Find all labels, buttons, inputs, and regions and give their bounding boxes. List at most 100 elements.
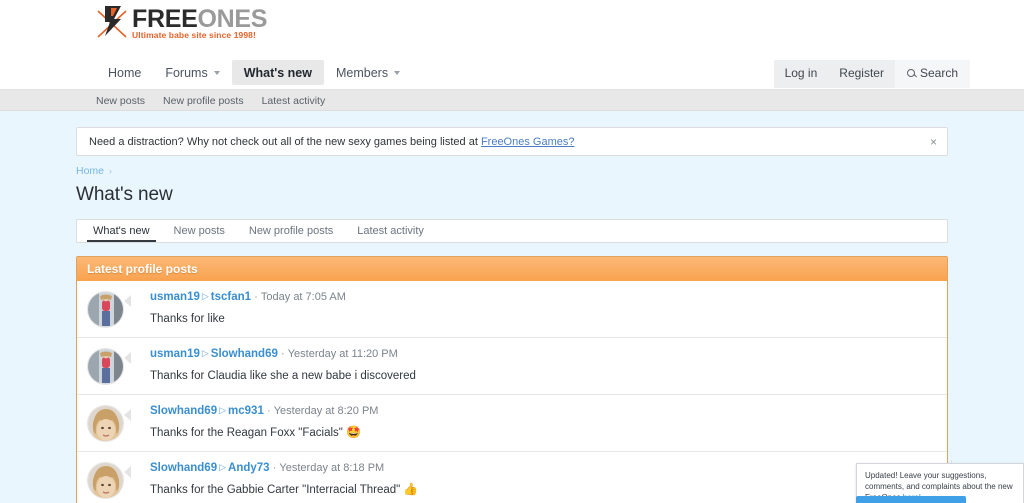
bubble-pointer-icon: [124, 408, 139, 421]
login-button[interactable]: Log in: [773, 60, 829, 88]
post-emoji: 🤩: [346, 424, 362, 439]
arrow-right-icon: ▷: [201, 348, 209, 359]
nav-item-members-label: Members: [335, 65, 389, 80]
profile-post-row[interactable]: usman19 ▷ Slowhand69 · Yesterday at 11:20 PM…: [77, 337, 947, 395]
profile-post-text: Thanks for the Reagan Foxx "Facials": [150, 426, 347, 439]
content-container: Need a distraction? Why not check out al…: [76, 127, 948, 503]
feedback-action-button[interactable]: [856, 496, 966, 503]
meta-separator: ·: [254, 290, 258, 303]
logo-tagline: Ultimate babe site since 1998!: [132, 30, 256, 40]
nav-item-forums[interactable]: Forums: [153, 60, 231, 85]
profile-post-row[interactable]: usman19 ▷ tscfan1 · Today at 7:05 AM Thanks …: [77, 280, 947, 338]
secondary-navigation: New posts New profile posts Latest activ…: [0, 90, 1024, 111]
chevron-down-icon: [394, 71, 401, 75]
avatar[interactable]: [87, 290, 124, 328]
profile-post-body: usman19 ▷ Slowhand69 · Yesterday at 11:20 PM…: [142, 347, 937, 384]
post-recipient-link[interactable]: Slowhand69: [211, 348, 278, 360]
profile-post-meta: usman19 ▷ tscfan1 · Today at 7:05 AM: [150, 290, 937, 305]
post-recipient-link[interactable]: tscfan1: [211, 291, 251, 303]
tab-latest-activity[interactable]: Latest activity: [345, 220, 436, 242]
subnav-item-new-posts[interactable]: New posts: [96, 95, 145, 107]
search-button-label: Search: [919, 66, 958, 80]
profile-post-row[interactable]: Slowhand69 ▷ mc931 · Yesterday at 8:20 PM Th…: [77, 394, 947, 452]
meta-separator: ·: [280, 347, 285, 360]
bubble-pointer-icon: [124, 294, 139, 307]
arrow-right-icon: ▷: [219, 462, 227, 473]
profile-post-body: usman19 ▷ tscfan1 · Today at 7:05 AM Thanks …: [142, 290, 937, 327]
close-icon[interactable]: ×: [930, 136, 937, 148]
nav-item-home-label: Home: [108, 65, 142, 80]
subnav-item-new-profile-posts[interactable]: New profile posts: [163, 95, 244, 107]
block-header-title: Latest profile posts: [77, 256, 947, 281]
notice-link[interactable]: FreeOnes Games?: [481, 136, 575, 148]
avatar[interactable]: [87, 347, 124, 385]
bubble-pointer-icon: [124, 351, 139, 364]
primary-navigation: Home Forums What's new Members Log in Re…: [0, 55, 1024, 90]
search-button[interactable]: Search: [894, 60, 970, 88]
freeones-logo-icon: [96, 3, 130, 39]
notice-text: Need a distraction? Why not check out al…: [89, 135, 481, 148]
nav-item-whats-new[interactable]: What's new: [231, 60, 324, 85]
post-timestamp[interactable]: Yesterday at 8:18 PM: [279, 462, 384, 474]
profile-post-text: Thanks for like: [150, 312, 225, 325]
avatar[interactable]: [87, 461, 124, 499]
post-recipient-link[interactable]: Andy73: [228, 462, 270, 474]
latest-profile-posts-block: Latest profile posts usman19 ▷ tscfan1 ·…: [76, 255, 948, 503]
content-tabs: What's new New posts New profile posts L…: [76, 218, 948, 243]
site-notice: Need a distraction? Why not check out al…: [76, 127, 948, 156]
secondary-nav-items: New posts New profile posts Latest activ…: [96, 90, 325, 111]
arrow-right-icon: ▷: [201, 291, 209, 302]
site-logo[interactable]: FREEONES Ultimate babe site since 1998!: [96, 3, 267, 40]
primary-nav-items: Home Forums What's new Members: [96, 55, 412, 90]
logo-wordmark: FREEONES Ultimate babe site since 1998!: [132, 3, 267, 40]
nav-item-members[interactable]: Members: [324, 60, 412, 85]
profile-post-text-row: Thanks for like: [150, 311, 937, 327]
arrow-right-icon: ▷: [219, 405, 227, 416]
post-author-link[interactable]: usman19: [150, 291, 200, 303]
account-navigation: Log in Register Search: [773, 60, 970, 88]
profile-post-text: Thanks for Claudia like she a new babe i…: [150, 369, 416, 382]
meta-separator: ·: [266, 404, 271, 417]
profile-post-body: Slowhand69 ▷ mc931 · Yesterday at 8:20 PM Th…: [142, 404, 937, 441]
profile-post-row[interactable]: Slowhand69 ▷ Andy73 · Yesterday at 8:18 PM T…: [77, 451, 947, 503]
logo-ones-text: ONES: [197, 5, 268, 33]
meta-separator: ·: [272, 461, 277, 474]
search-icon: [906, 69, 915, 77]
nav-item-home[interactable]: Home: [96, 60, 153, 85]
tab-new-profile-posts[interactable]: New profile posts: [237, 220, 345, 242]
breadcrumb: Home ›: [76, 165, 948, 177]
profile-post-meta: Slowhand69 ▷ Andy73 · Yesterday at 8:18 PM: [150, 461, 937, 476]
profile-post-text-row: Thanks for Claudia like she a new babe i…: [150, 368, 937, 384]
profile-post-text: Thanks for the Gabbie Carter "Interracia…: [150, 483, 404, 496]
logo-word-row: FREEONES: [132, 5, 268, 33]
page-root: FREEONES Ultimate babe site since 1998! …: [0, 0, 1024, 503]
nav-item-whats-new-label: What's new: [243, 65, 312, 80]
post-author-link[interactable]: Slowhand69: [150, 405, 217, 417]
post-recipient-link[interactable]: mc931: [228, 405, 264, 417]
avatar[interactable]: [87, 404, 124, 442]
tab-new-posts[interactable]: New posts: [162, 220, 237, 242]
post-timestamp[interactable]: Yesterday at 8:20 PM: [274, 405, 379, 417]
breadcrumb-item-home[interactable]: Home: [76, 165, 104, 177]
profile-post-meta: Slowhand69 ▷ mc931 · Yesterday at 8:20 PM: [150, 404, 937, 419]
subnav-item-latest-activity[interactable]: Latest activity: [262, 95, 326, 107]
post-author-link[interactable]: Slowhand69: [150, 462, 217, 474]
nav-item-forums-label: Forums: [165, 65, 208, 80]
post-author-link[interactable]: usman19: [150, 348, 200, 360]
post-timestamp[interactable]: Yesterday at 11:20 PM: [288, 348, 398, 360]
notice-text-row: Need a distraction? Why not check out al…: [89, 136, 574, 148]
profile-post-text-row: Thanks for the Reagan Foxx "Facials" 🤩: [150, 425, 937, 441]
chevron-down-icon: [213, 71, 220, 75]
tab-whats-new[interactable]: What's new: [81, 220, 162, 242]
profile-post-text-row: Thanks for the Gabbie Carter "Interracia…: [150, 482, 937, 498]
page-title: What's new: [76, 184, 173, 205]
post-emoji: 👍: [403, 481, 419, 496]
register-button[interactable]: Register: [828, 60, 895, 88]
profile-post-meta: usman19 ▷ Slowhand69 · Yesterday at 11:20 PM: [150, 347, 937, 362]
bubble-pointer-icon: [124, 465, 139, 478]
breadcrumb-separator-icon: ›: [109, 166, 113, 176]
post-timestamp[interactable]: Today at 7:05 AM: [261, 291, 346, 303]
logo-free-text: FREE: [132, 5, 198, 33]
profile-post-body: Slowhand69 ▷ Andy73 · Yesterday at 8:18 PM T…: [142, 461, 937, 498]
page-content: Need a distraction? Why not check out al…: [0, 127, 1024, 503]
